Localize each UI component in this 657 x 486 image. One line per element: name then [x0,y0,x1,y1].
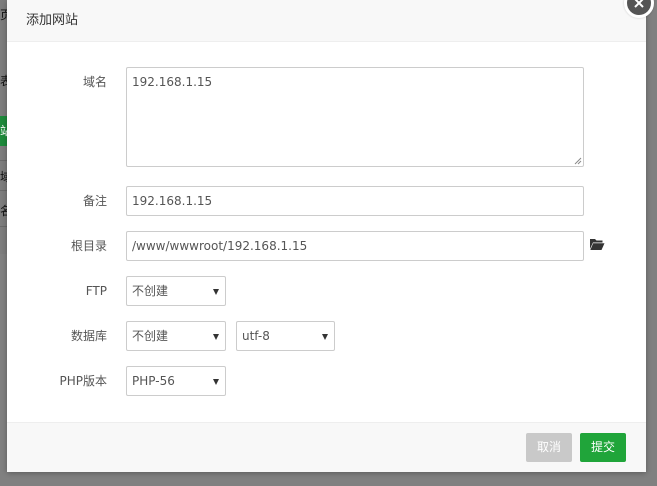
remark-input[interactable]: 192.168.1.15 [126,186,584,216]
root-dir-label: 根目录 [70,239,107,253]
database-select[interactable]: 不创建 [126,321,226,351]
background-green-button: 站 [0,116,7,146]
ftp-select[interactable]: 不创建 [126,276,226,306]
database-selected-value: 不创建 [132,329,169,343]
remark-label: 备注 [82,194,107,208]
caret-down-icon [213,289,219,295]
dialog-footer: 取消 提交 [7,422,646,472]
cancel-button[interactable]: 取消 [526,433,572,462]
resize-grip-icon[interactable] [574,157,582,165]
domain-value: 192.168.1.15 [132,75,213,89]
root-dir-value: /www/wwwroot/192.168.1.15 [132,239,308,253]
ftp-selected-value: 不创建 [132,284,169,298]
remark-value: 192.168.1.15 [132,194,213,208]
caret-down-icon [213,334,219,340]
php-version-selected-value: PHP-56 [132,374,175,388]
domain-label: 域名 [82,75,107,89]
dialog-title: 添加网站 [26,13,79,28]
submit-button[interactable]: 提交 [580,433,626,462]
close-icon [634,0,644,8]
root-dir-input[interactable]: /www/wwwroot/192.168.1.15 [126,231,584,261]
close-button-circle [627,0,651,15]
domain-textarea[interactable]: 192.168.1.15 [126,67,584,167]
caret-down-icon [213,379,219,385]
database-label: 数据库 [70,329,107,343]
php-version-select[interactable]: PHP-56 [126,366,226,396]
charset-select[interactable]: utf-8 [236,321,335,351]
dialog-header: 添加网站 [7,0,646,42]
php-version-label: PHP版本 [59,374,108,388]
ftp-label: FTP [85,284,107,298]
folder-open-icon[interactable] [589,238,605,251]
charset-selected-value: utf-8 [242,329,270,343]
add-site-dialog: 添加网站 域名 192.168.1.15 备注 192.168.1.15 根目录… [7,0,646,472]
caret-down-icon [322,334,328,340]
